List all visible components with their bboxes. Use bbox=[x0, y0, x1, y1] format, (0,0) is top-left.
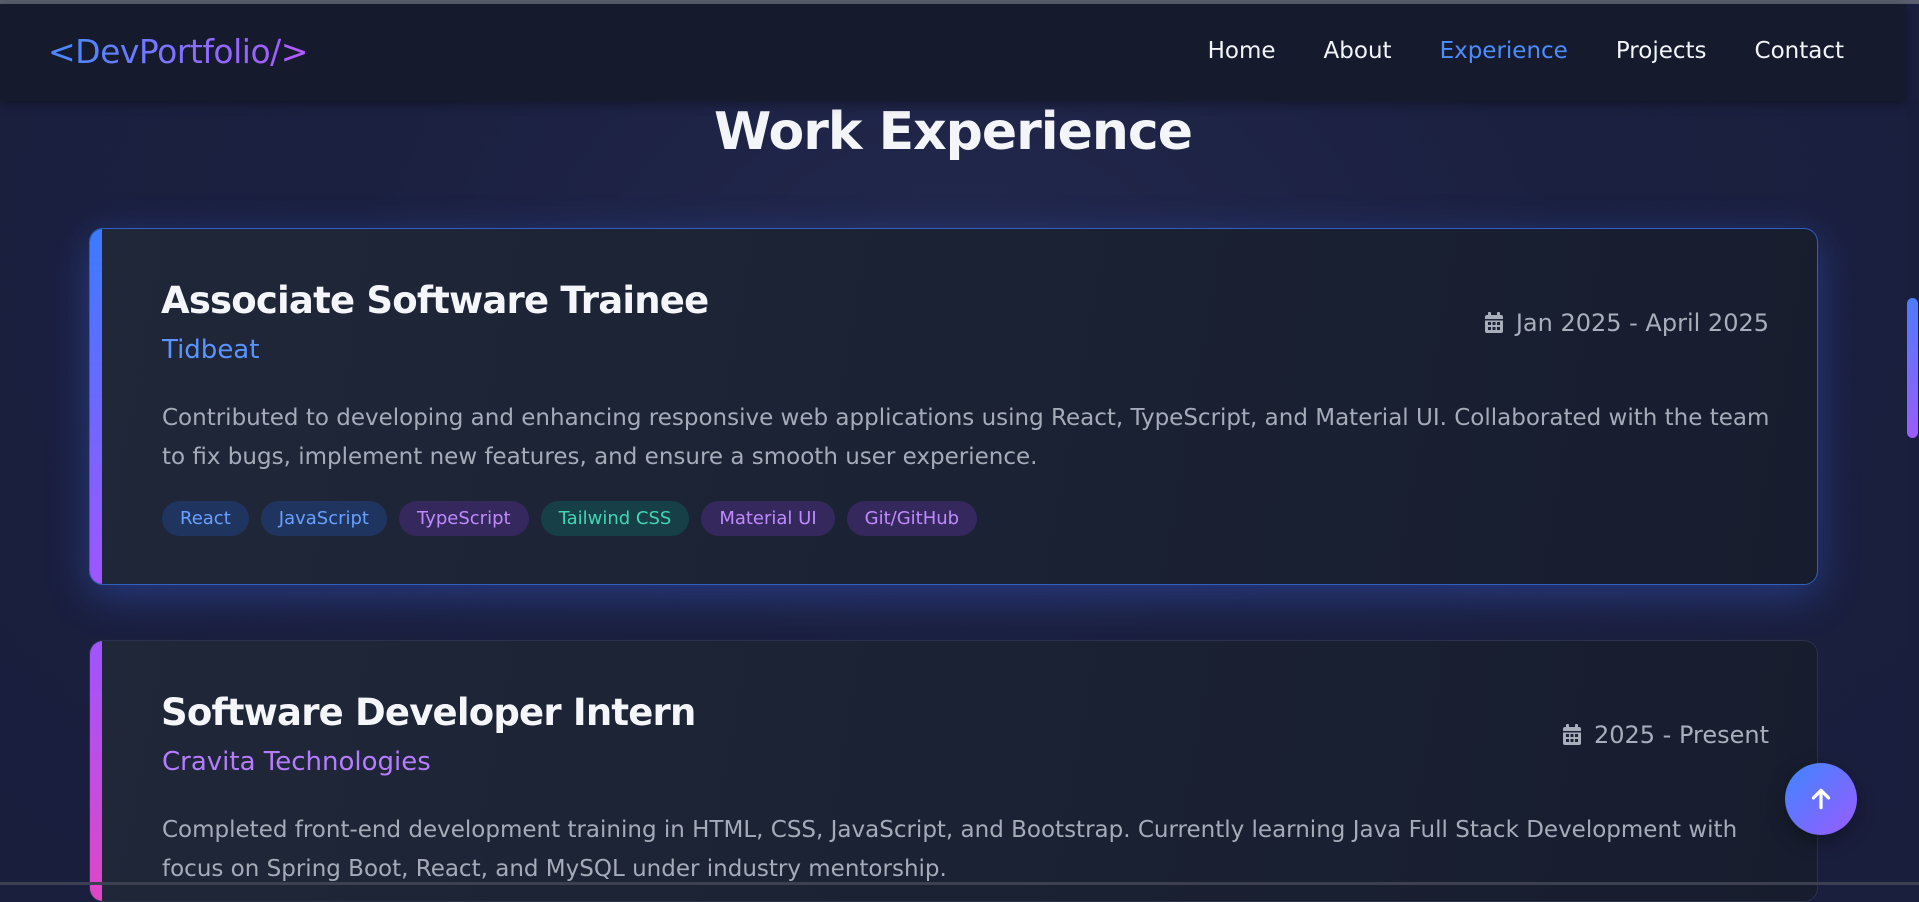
job-description: Contributed to developing and enhancing … bbox=[162, 405, 1770, 470]
job-title: Associate Software Trainee bbox=[161, 279, 709, 322]
card-accent-bar bbox=[90, 641, 102, 901]
job-date-text: 2025 - Present bbox=[1593, 721, 1769, 749]
tech-tag: TypeScript bbox=[399, 501, 529, 536]
logo-open-bracket: < bbox=[48, 32, 76, 71]
job-date: 2025 - Present bbox=[1562, 721, 1769, 749]
nav-link-home[interactable]: Home bbox=[1208, 38, 1276, 64]
nav-links: Home About Experience Projects Contact bbox=[1208, 38, 1844, 64]
logo-close-bracket: > bbox=[280, 32, 309, 71]
logo[interactable]: < DevPortfolio/ > bbox=[48, 32, 308, 71]
nav-link-experience[interactable]: Experience bbox=[1440, 38, 1568, 64]
logo-name: DevPortfolio/ bbox=[75, 32, 281, 71]
experience-card: Associate Software Trainee Tidbeat Jan 2… bbox=[89, 228, 1818, 585]
tech-tag: Tailwind CSS bbox=[540, 501, 690, 536]
scroll-to-top-button[interactable] bbox=[1785, 763, 1857, 835]
nav-link-projects[interactable]: Projects bbox=[1616, 38, 1707, 64]
job-description: Completed front-end development training… bbox=[162, 817, 1738, 882]
job-date: Jan 2025 - April 2025 bbox=[1484, 309, 1769, 337]
tech-tag: Material UI bbox=[701, 501, 835, 536]
scrollbar-track[interactable] bbox=[1906, 101, 1919, 885]
tech-tag: Git/GitHub bbox=[846, 501, 978, 536]
job-title: Software Developer Intern bbox=[161, 691, 696, 734]
calendar-icon bbox=[1484, 312, 1503, 333]
section-title: Work Experience bbox=[714, 102, 1193, 162]
nav-link-contact[interactable]: Contact bbox=[1755, 38, 1844, 64]
job-date-text: Jan 2025 - April 2025 bbox=[1515, 309, 1769, 337]
calendar-icon bbox=[1562, 724, 1581, 745]
experience-card: Software Developer Intern Cravita Techno… bbox=[89, 640, 1818, 902]
scrollbar-thumb[interactable] bbox=[1907, 298, 1918, 438]
company-name: Cravita Technologies bbox=[162, 747, 431, 777]
card-accent-bar bbox=[90, 229, 102, 584]
tech-tag: React bbox=[162, 501, 249, 536]
navbar: < DevPortfolio/ > Home About Experience … bbox=[0, 4, 1906, 101]
tech-tags: React JavaScript TypeScript Tailwind CSS… bbox=[162, 501, 978, 536]
company-name: Tidbeat bbox=[162, 335, 260, 365]
nav-link-about[interactable]: About bbox=[1324, 38, 1392, 64]
tech-tag: JavaScript bbox=[260, 501, 387, 536]
arrow-up-icon bbox=[1811, 788, 1831, 810]
